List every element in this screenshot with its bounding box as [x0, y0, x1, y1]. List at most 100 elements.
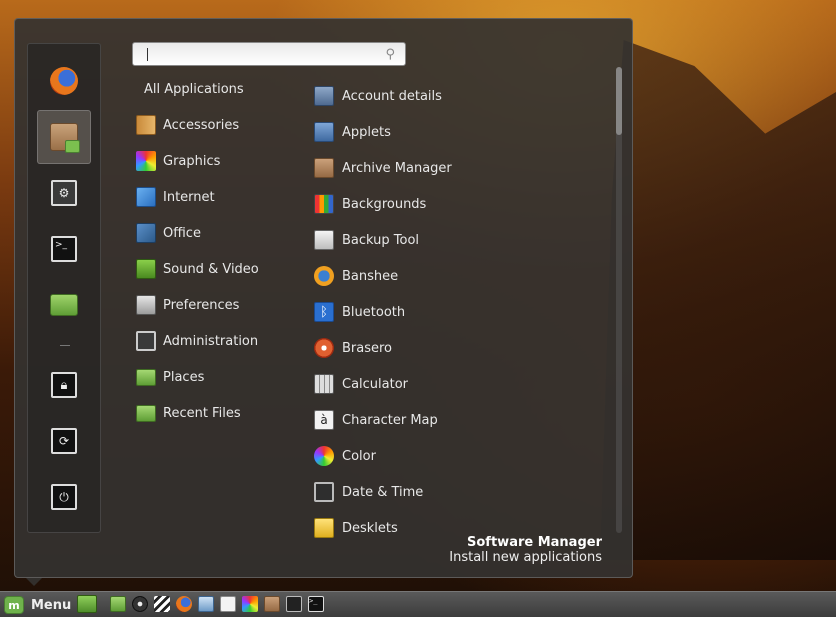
app-character-map[interactable]: à Character Map: [314, 407, 438, 433]
search-box[interactable]: ⚲: [132, 42, 406, 66]
app-backgrounds[interactable]: Backgrounds: [314, 191, 426, 217]
software-manager-icon: [50, 123, 80, 153]
favorite-firefox[interactable]: [37, 54, 91, 108]
search-input[interactable]: [139, 46, 379, 64]
menu-button[interactable]: m Menu: [4, 595, 71, 615]
app-label: Desklets: [342, 520, 398, 536]
image-viewer-icon[interactable]: [242, 596, 258, 612]
app-backup-tool[interactable]: Backup Tool: [314, 227, 419, 253]
preferences-icon: [136, 295, 156, 315]
app-label: Archive Manager: [342, 160, 452, 176]
app-desklets[interactable]: Desklets: [314, 515, 398, 541]
internet-icon: [136, 187, 156, 207]
favorites-separator: [60, 345, 70, 346]
category-label: Sound & Video: [163, 261, 259, 277]
backgrounds-icon: [314, 194, 334, 214]
power-icon: ⏻: [51, 484, 77, 510]
desktop-wallpaper: [600, 40, 836, 560]
document-icon[interactable]: [220, 596, 236, 612]
archive-manager-icon: [314, 158, 334, 178]
app-label: Applets: [342, 124, 391, 140]
favorite-system-settings[interactable]: ⚙: [37, 166, 91, 220]
graphics-icon: [136, 151, 156, 171]
applets-icon: [314, 122, 334, 142]
recent-files-icon: [136, 404, 156, 422]
category-sound-video[interactable]: Sound & Video: [136, 257, 259, 281]
category-graphics[interactable]: Graphics: [136, 149, 220, 173]
category-all-applications[interactable]: All Applications: [144, 82, 244, 97]
favorite-software-manager[interactable]: [37, 110, 91, 164]
desklets-icon: [314, 518, 334, 538]
selected-app-title: Software Manager: [467, 535, 602, 550]
category-internet[interactable]: Internet: [136, 185, 215, 209]
scrollbar-thumb[interactable]: [616, 67, 622, 135]
calculator-icon: [314, 374, 334, 394]
category-label: Preferences: [163, 297, 240, 313]
logout-button[interactable]: ⟳: [37, 414, 91, 468]
category-label: Administration: [163, 333, 259, 349]
app-label: Color: [342, 448, 376, 464]
show-desktop-icon[interactable]: [77, 595, 97, 613]
app-label: Banshee: [342, 268, 399, 284]
favorite-terminal[interactable]: >_: [37, 222, 91, 276]
files-icon[interactable]: [110, 596, 126, 612]
category-administration[interactable]: Administration: [136, 329, 258, 353]
pidgin-icon[interactable]: [198, 596, 214, 612]
category-label: Accessories: [163, 117, 240, 133]
selected-app-description: Install new applications: [449, 550, 602, 565]
category-label: Graphics: [163, 153, 221, 169]
clapper-icon[interactable]: [154, 596, 170, 612]
app-color[interactable]: Color: [314, 443, 376, 469]
app-label: Bluetooth: [342, 304, 406, 320]
app-account-details[interactable]: Account details: [314, 83, 442, 109]
app-banshee[interactable]: Banshee: [314, 263, 398, 289]
system-monitor-icon[interactable]: [286, 596, 302, 612]
date-time-icon: [314, 482, 334, 502]
text-cursor: [147, 48, 148, 61]
app-bluetooth[interactable]: ᛒ Bluetooth: [314, 299, 405, 325]
folder-icon: [50, 294, 78, 316]
logout-icon: ⟳: [51, 428, 77, 454]
app-date-time[interactable]: Date & Time: [314, 479, 423, 505]
accessories-icon: [136, 115, 156, 135]
app-label: Character Map: [342, 412, 438, 428]
category-office[interactable]: Office: [136, 221, 201, 245]
app-label: Date & Time: [342, 484, 424, 500]
app-label: Account details: [342, 88, 442, 104]
account-details-icon: [314, 86, 334, 106]
shutdown-button[interactable]: ⏻: [37, 470, 91, 524]
category-places[interactable]: Places: [136, 365, 204, 389]
backup-tool-icon: [314, 230, 334, 250]
search-icon: ⚲: [385, 47, 395, 62]
category-preferences[interactable]: Preferences: [136, 293, 239, 317]
app-calculator[interactable]: Calculator: [314, 371, 408, 397]
app-label: Brasero: [342, 340, 393, 356]
terminal-icon: >_: [51, 236, 77, 262]
places-folder-icon: [136, 368, 156, 386]
brasero-icon: [314, 338, 334, 358]
favorite-files[interactable]: [37, 278, 91, 332]
system-settings-icon: ⚙: [51, 180, 77, 206]
category-recent-files[interactable]: Recent Files: [136, 401, 241, 425]
category-label: Internet: [163, 189, 215, 205]
category-label: Recent Files: [163, 405, 241, 421]
app-label: Backgrounds: [342, 196, 427, 212]
application-menu: ⚙ >_ 🔒︎ ⟳ ⏻ ⚲ All Applications Accessori…: [14, 18, 633, 578]
banshee-icon[interactable]: [132, 596, 148, 612]
app-archive-manager[interactable]: Archive Manager: [314, 155, 452, 181]
category-accessories[interactable]: Accessories: [136, 113, 239, 137]
lock-screen-button[interactable]: 🔒︎: [37, 358, 91, 412]
terminal-icon[interactable]: >_: [308, 596, 324, 612]
app-applets[interactable]: Applets: [314, 119, 391, 145]
bluetooth-icon: ᛒ: [314, 302, 334, 322]
administration-icon: [136, 331, 156, 351]
menu-pointer: [26, 578, 42, 586]
category-label: Places: [163, 369, 205, 385]
applications-scrollbar[interactable]: [616, 67, 622, 533]
category-label: Office: [163, 225, 201, 241]
character-map-icon: à: [314, 410, 334, 430]
archive-icon[interactable]: [264, 596, 280, 612]
firefox-icon[interactable]: [176, 596, 192, 612]
app-brasero[interactable]: Brasero: [314, 335, 392, 361]
menu-button-label: Menu: [31, 597, 72, 613]
